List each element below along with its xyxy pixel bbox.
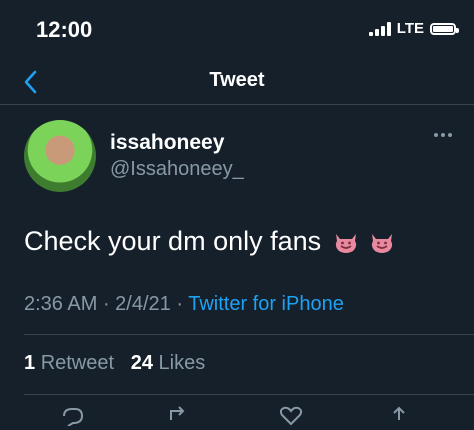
status-bar: 12:00 LTE [0,0,474,60]
retweets-stat[interactable]: 1 Retweet [24,352,114,374]
likes-stat[interactable]: 24 Likes [131,352,206,374]
author-handle[interactable]: @Issahoneey_ [110,158,244,181]
emoji-group [331,229,395,255]
status-time: 12:00 [36,17,93,42]
tweet-source-link[interactable]: Twitter for iPhone [188,293,344,315]
divider [24,334,474,335]
more-options-button[interactable] [434,133,452,137]
signal-icon [368,21,391,36]
retweet-icon[interactable] [166,406,192,426]
retweet-count: 1 [24,352,36,374]
tweet-time: 2:36 AM [24,293,98,315]
share-icon[interactable] [386,406,412,426]
status-indicators: LTE [368,20,459,37]
tweet-text: Check your dm only fans [24,226,322,256]
tweet-body: Check your dm only fans [24,226,395,257]
nav-bar: Tweet [0,60,474,105]
action-bar [0,400,474,430]
like-count: 24 [130,352,153,374]
reply-icon[interactable] [60,406,86,426]
network-label: LTE [396,20,424,37]
divider [24,394,474,395]
smiling-imp-emoji-icon [336,233,357,253]
retweet-label: Retweet [40,352,115,374]
tweet-stats: 1 Retweet 24 Likes [24,352,205,375]
battery-icon [430,22,459,35]
tweet-date: 2/4/21 [115,293,171,315]
page-title: Tweet [209,69,265,91]
smiling-imp-emoji-icon [372,233,393,253]
tweet-metadata: 2:36 AM · 2/4/21 · Twitter for iPhone [24,293,344,315]
avatar[interactable] [24,120,96,192]
author-name[interactable]: issahoneey [110,131,224,155]
like-label: Likes [158,352,206,374]
like-icon[interactable] [278,406,304,426]
